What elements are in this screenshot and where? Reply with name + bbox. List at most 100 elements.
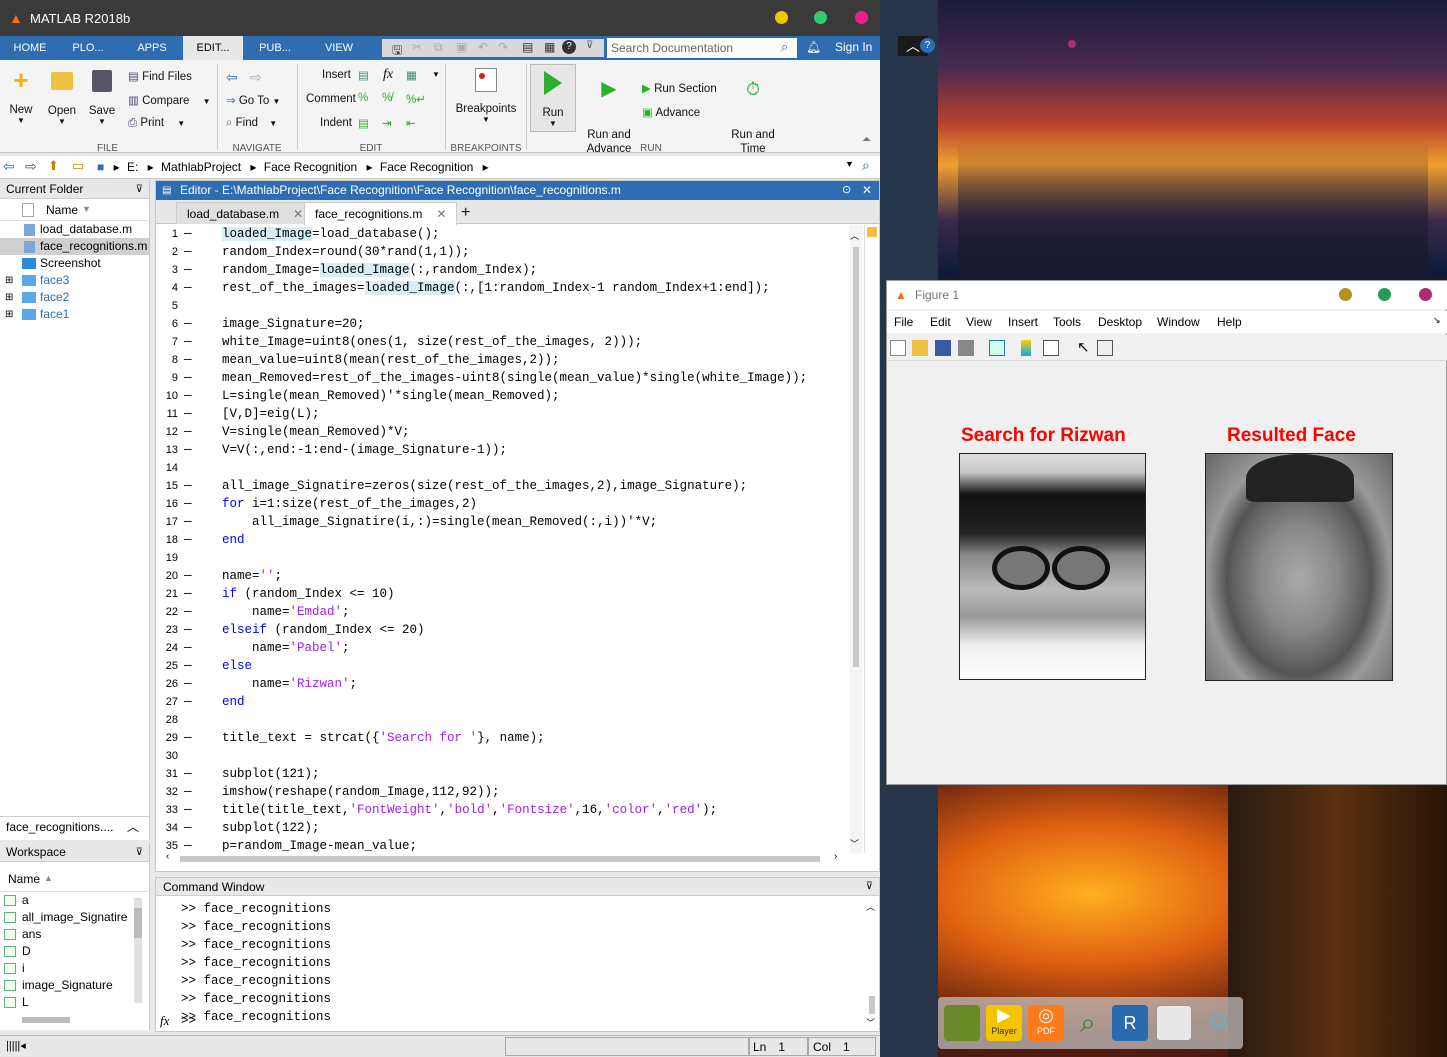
save-icon[interactable] [935,340,951,356]
browse-folder-icon[interactable]: ▭ [72,158,84,174]
collapse-toolstrip-icon[interactable]: ⏶ [862,134,871,147]
code-line[interactable]: 19 [156,549,856,567]
folder-item[interactable]: ⊞ face3 [0,272,149,289]
expand-icon[interactable]: ⊞ [5,306,13,323]
breakpoint-gutter[interactable]: — [184,333,192,351]
code-line[interactable]: 6 — image_Signature=20; [156,315,856,333]
dock-arrow-icon[interactable]: ↘ [1433,315,1441,326]
code-line[interactable]: 2 — random_Index=round(30*rand(1,1)); [156,243,856,261]
help-icon[interactable]: ? [920,38,935,53]
open-folder-icon[interactable] [912,340,928,356]
close-button[interactable] [1419,288,1432,301]
menu-file[interactable]: File [894,315,913,329]
breakpoint-gutter[interactable]: — [184,819,192,837]
chevron-left-icon[interactable]: ‹ [166,851,169,862]
column-header[interactable]: Name ▲ [0,868,149,892]
line-number[interactable]: 31 [156,765,178,783]
recycle-bin-icon[interactable]: ♻ [1200,1005,1236,1041]
breakpoint-gutter[interactable]: — [184,243,192,261]
expand-icon[interactable]: ⊞ [5,289,13,306]
code-line[interactable]: 28 [156,711,856,729]
menu-window[interactable]: Window [1157,315,1200,329]
close-button[interactable] [855,11,868,24]
scrollbar-vertical[interactable] [134,898,142,1003]
breakpoint-gutter[interactable]: — [184,603,192,621]
notification-bell-icon[interactable]: 🔔︎ [806,40,821,54]
code-line[interactable]: 18 — end [156,531,856,549]
maximize-button[interactable] [814,11,827,24]
line-number[interactable]: 1 [156,225,178,243]
insert-function-icon[interactable]: ▦ [406,68,417,82]
breakpoint-gutter[interactable]: — [184,729,192,747]
line-number[interactable]: 8 [156,351,178,369]
tab-home[interactable]: HOME [4,36,56,60]
breakpoint-gutter[interactable]: — [184,513,192,531]
tab-editor[interactable]: EDIT... [183,36,243,60]
folder-item[interactable]: ⊞ face2 [0,289,149,306]
cut-icon[interactable]: ✂ [412,40,422,54]
legend-icon[interactable] [1043,340,1059,356]
comment-label[interactable]: Comment [306,93,356,105]
go-to-button[interactable]: ⇒ Go To ▼ [226,93,280,107]
variable-row[interactable]: L [0,994,149,1011]
code-line[interactable]: 8 — mean_value=uint8(mean(rest_of_the_imag… [156,351,856,369]
code-line[interactable]: 9 — mean_Removed=rest_of_the_images-uint8(… [156,369,856,387]
new-figure-icon[interactable] [890,340,906,356]
search-documentation-input[interactable]: Search Documentation ⌕ [607,38,797,58]
tab-load-database[interactable]: load_database.m ✕ [176,202,315,224]
smart-indent-icon[interactable]: ▤ [358,116,369,130]
breakpoint-gutter[interactable]: — [184,441,192,459]
breakpoint-gutter[interactable]: — [184,405,192,423]
scroll-thumb[interactable] [869,996,875,1014]
expand-icon[interactable]: ⊞ [5,272,13,289]
indent-label[interactable]: Indent [320,117,352,129]
breakpoint-gutter[interactable]: — [184,423,192,441]
code-line[interactable]: 17 — all_image_Signatire(i,:)=single(mean… [156,513,856,531]
increase-indent-icon[interactable]: ⇥ [382,116,392,130]
print-icon[interactable] [958,340,974,356]
panel-menu-icon[interactable]: ⊽ [136,843,143,862]
open-button[interactable]: Open ▼ [46,68,78,126]
line-number[interactable]: 22 [156,603,178,621]
line-number[interactable]: 24 [156,639,178,657]
name-column-label[interactable]: Name [8,872,40,886]
r-app-icon[interactable]: R [1112,1005,1148,1041]
code-line[interactable]: 25 — else [156,657,856,675]
close-tab-icon[interactable]: ✕ [293,207,303,221]
folder-item[interactable]: Screenshot [0,255,149,272]
code-line[interactable]: 1 — loaded_Image=load_database(); [156,225,856,243]
breakpoint-gutter[interactable]: — [184,351,192,369]
link-plot-icon[interactable] [989,340,1005,356]
save-icon[interactable]: 🖫 [392,41,402,62]
line-number[interactable]: 17 [156,513,178,531]
line-number[interactable]: 16 [156,495,178,513]
close-icon[interactable]: ✕ [862,181,872,200]
breakpoint-gutter[interactable]: — [184,801,192,819]
breakpoint-gutter[interactable]: — [184,765,192,783]
new-tab-plus-icon[interactable]: + [456,202,475,224]
breakpoint-gutter[interactable]: — [184,369,192,387]
scrollbar-vertical[interactable]: ︿ ﹀ [850,225,862,853]
paste-icon[interactable]: ▣ [456,40,467,54]
back-arrow-icon[interactable]: ⇦ [3,158,15,175]
code-line[interactable]: 4 — rest_of_the_images=loaded_Image(:,[1:r… [156,279,856,297]
breadcrumb-mathlabproject[interactable]: MathlabProject [161,160,241,174]
code-line[interactable]: 14 [156,459,856,477]
details-bar[interactable]: face_recognitions.... ︿ [0,816,149,837]
line-number[interactable]: 6 [156,315,178,333]
line-number[interactable]: 32 [156,783,178,801]
line-number[interactable]: 7 [156,333,178,351]
breakpoint-gutter[interactable]: — [184,225,192,243]
breakpoint-gutter[interactable]: — [184,279,192,297]
menu-tools[interactable]: Tools [1053,315,1081,329]
pdf-app-icon[interactable]: ◎ PDF [1028,1005,1064,1041]
code-line[interactable]: 21 — if (random_Index <= 10) [156,585,856,603]
advance-button[interactable]: ▣ Advance [642,105,700,119]
variable-row[interactable]: a [0,892,149,909]
line-number[interactable]: 10 [156,387,178,405]
line-number[interactable]: 25 [156,657,178,675]
code-line[interactable]: 31 — subplot(121); [156,765,856,783]
breakpoint-gutter[interactable]: — [184,693,192,711]
tab-apps[interactable]: APPS [124,36,180,60]
code-line[interactable]: 33 — title(title_text,'FontWeight','bold',… [156,801,856,819]
